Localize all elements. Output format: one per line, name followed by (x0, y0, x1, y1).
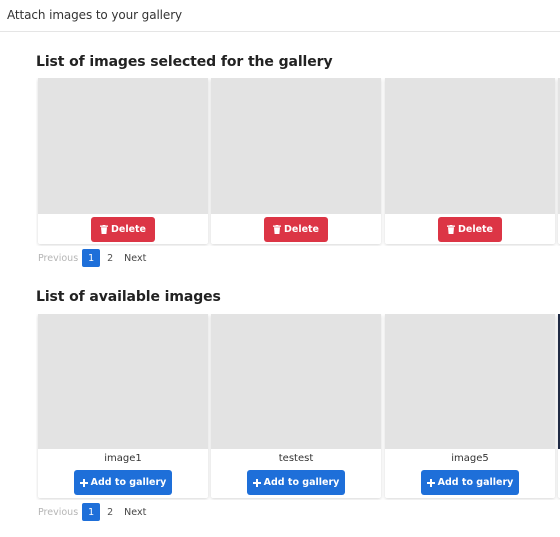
pagination-next[interactable]: Next (124, 503, 146, 521)
available-image-card: image5 Add to gallery (385, 314, 555, 498)
page-header-title: Attach images to your gallery (7, 8, 183, 22)
image-caption: image5 (451, 453, 489, 464)
image-thumbnail (211, 314, 381, 449)
add-button-label: Add to gallery (263, 477, 340, 488)
selected-images-strip[interactable]: Delete Delete Delete (36, 78, 560, 246)
add-button-label: Add to gallery (437, 477, 514, 488)
add-to-gallery-button[interactable]: Add to gallery (247, 470, 345, 495)
selected-images-title: List of images selected for the gallery (36, 54, 333, 70)
pagination-page-2[interactable]: 2 (101, 249, 119, 267)
trash-icon (446, 225, 455, 234)
delete-button[interactable]: Delete (91, 217, 155, 242)
image-thumbnail (385, 78, 555, 214)
add-button-label: Add to gallery (90, 477, 167, 488)
available-pagination: Previous 1 2 Next (38, 503, 146, 521)
top-bar: Attach images to your gallery (0, 0, 560, 32)
available-image-card: image1 Add to gallery (38, 314, 208, 498)
selected-pagination: Previous 1 2 Next (38, 249, 146, 267)
available-image-card: testest Add to gallery (211, 314, 381, 498)
image-thumbnail (385, 314, 555, 449)
add-to-gallery-button[interactable]: Add to gallery (421, 470, 519, 495)
image-caption: testest (278, 453, 314, 464)
delete-button-label: Delete (457, 224, 493, 235)
image-caption: image1 (104, 453, 142, 464)
available-images-title: List of available images (36, 289, 221, 305)
selected-image-card: Delete (211, 78, 381, 244)
trash-icon (99, 225, 108, 234)
selected-image-card: Delete (385, 78, 555, 244)
pagination-page-1[interactable]: 1 (82, 503, 101, 521)
pagination-page-1[interactable]: 1 (82, 249, 101, 267)
delete-button-label: Delete (283, 224, 319, 235)
pagination-next[interactable]: Next (124, 249, 146, 267)
plus-icon (252, 478, 261, 487)
pagination-previous[interactable]: Previous (38, 249, 78, 267)
trash-icon (272, 225, 281, 234)
delete-button[interactable]: Delete (264, 217, 328, 242)
add-to-gallery-button[interactable]: Add to gallery (74, 470, 172, 495)
plus-icon (79, 478, 88, 487)
pagination-page-2[interactable]: 2 (101, 503, 119, 521)
image-thumbnail (211, 78, 381, 214)
delete-button[interactable]: Delete (438, 217, 502, 242)
image-thumbnail (38, 314, 208, 449)
delete-button-label: Delete (110, 224, 146, 235)
selected-image-card: Delete (38, 78, 208, 244)
pagination-previous[interactable]: Previous (38, 503, 78, 521)
available-images-strip[interactable]: image1 Add to gallery testest Add to gal… (36, 314, 560, 500)
plus-icon (426, 478, 435, 487)
image-thumbnail (38, 78, 208, 214)
